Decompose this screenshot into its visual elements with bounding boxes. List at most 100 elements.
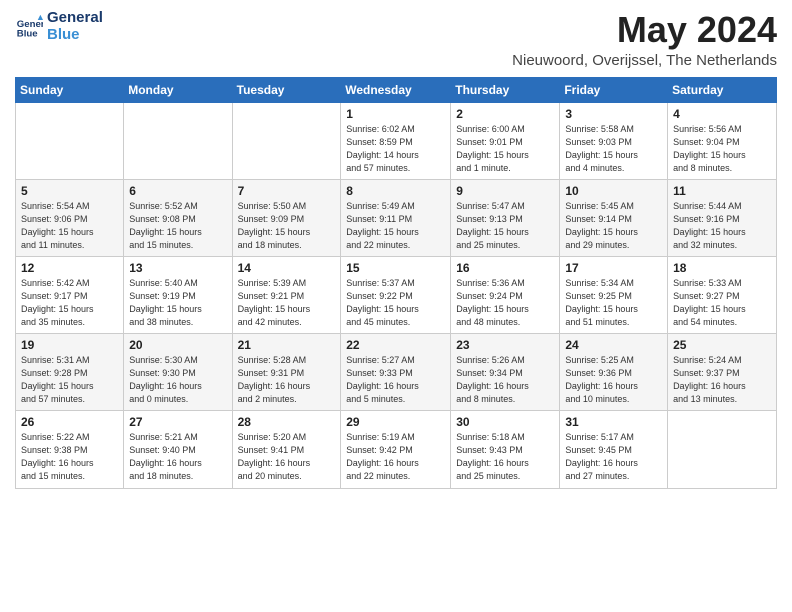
day-number: 28 xyxy=(238,415,336,429)
day-number: 16 xyxy=(456,261,554,275)
day-number: 9 xyxy=(456,184,554,198)
page-header: General Blue General Blue May 2024 Nieuw… xyxy=(15,10,777,69)
logo: General Blue General Blue xyxy=(15,10,103,43)
day-cell xyxy=(124,102,232,179)
day-cell: 9Sunrise: 5:47 AMSunset: 9:13 PMDaylight… xyxy=(451,179,560,256)
day-number: 21 xyxy=(238,338,336,352)
day-number: 7 xyxy=(238,184,336,198)
day-number: 12 xyxy=(21,261,118,275)
day-cell xyxy=(232,102,341,179)
weekday-header-wednesday: Wednesday xyxy=(341,77,451,102)
day-number: 1 xyxy=(346,107,445,121)
day-cell xyxy=(16,102,124,179)
day-info: Sunrise: 5:22 AMSunset: 9:38 PMDaylight:… xyxy=(21,431,118,483)
weekday-header-friday: Friday xyxy=(560,77,668,102)
week-row-3: 12Sunrise: 5:42 AMSunset: 9:17 PMDayligh… xyxy=(16,256,777,333)
day-cell: 4Sunrise: 5:56 AMSunset: 9:04 PMDaylight… xyxy=(668,102,777,179)
day-info: Sunrise: 6:00 AMSunset: 9:01 PMDaylight:… xyxy=(456,123,554,175)
day-number: 17 xyxy=(565,261,662,275)
weekday-header-thursday: Thursday xyxy=(451,77,560,102)
day-info: Sunrise: 6:02 AMSunset: 8:59 PMDaylight:… xyxy=(346,123,445,175)
day-number: 24 xyxy=(565,338,662,352)
day-cell: 26 Sunrise: 5:22 AMSunset: 9:38 PMDayligh… xyxy=(16,411,124,488)
day-info: Sunrise: 5:25 AMSunset: 9:36 PMDaylight:… xyxy=(565,354,662,406)
day-number: 6 xyxy=(129,184,226,198)
day-info: Sunrise: 5:39 AMSunset: 9:21 PMDaylight:… xyxy=(238,277,336,329)
day-cell: 5 Sunrise: 5:54 AMSunset: 9:06 PMDaylight… xyxy=(16,179,124,256)
day-number: 18 xyxy=(673,261,771,275)
title-block: May 2024 Nieuwoord, Overijssel, The Neth… xyxy=(512,10,777,69)
day-info: Sunrise: 5:28 AMSunset: 9:31 PMDaylight:… xyxy=(238,354,336,406)
day-info: Sunrise: 5:49 AMSunset: 9:11 PMDaylight:… xyxy=(346,200,445,252)
day-info: Sunrise: 5:58 AMSunset: 9:03 PMDaylight:… xyxy=(565,123,662,175)
day-number: 8 xyxy=(346,184,445,198)
day-cell: 25 Sunrise: 5:24 AMSunset: 9:37 PMDayligh… xyxy=(668,334,777,411)
day-cell: 1 Sunrise: 6:02 AMSunset: 8:59 PMDaylight… xyxy=(341,102,451,179)
day-cell: 20Sunrise: 5:30 AMSunset: 9:30 PMDayligh… xyxy=(124,334,232,411)
day-cell: 22 Sunrise: 5:27 AMSunset: 9:33 PMDayligh… xyxy=(341,334,451,411)
day-info: Sunrise: 5:40 AMSunset: 9:19 PMDaylight:… xyxy=(129,277,226,329)
day-info: Sunrise: 5:26 AMSunset: 9:34 PMDaylight:… xyxy=(456,354,554,406)
weekday-header-row: SundayMondayTuesdayWednesdayThursdayFrid… xyxy=(16,77,777,102)
day-number: 26 xyxy=(21,415,118,429)
logo-text-blue: Blue xyxy=(47,27,103,44)
day-number: 22 xyxy=(346,338,445,352)
day-number: 2 xyxy=(456,107,554,121)
day-info: Sunrise: 5:21 AMSunset: 9:40 PMDaylight:… xyxy=(129,431,226,483)
day-number: 25 xyxy=(673,338,771,352)
day-number: 5 xyxy=(21,184,118,198)
logo-icon: General Blue xyxy=(15,13,43,41)
week-row-2: 5 Sunrise: 5:54 AMSunset: 9:06 PMDaylight… xyxy=(16,179,777,256)
day-cell: 15Sunrise: 5:37 AMSunset: 9:22 PMDayligh… xyxy=(341,256,451,333)
day-number: 3 xyxy=(565,107,662,121)
svg-text:Blue: Blue xyxy=(17,28,38,39)
day-cell: 30 Sunrise: 5:18 AMSunset: 9:43 PMDayligh… xyxy=(451,411,560,488)
day-info: Sunrise: 5:17 AMSunset: 9:45 PMDaylight:… xyxy=(565,431,662,483)
day-info: Sunrise: 5:37 AMSunset: 9:22 PMDaylight:… xyxy=(346,277,445,329)
day-cell: 23 Sunrise: 5:26 AMSunset: 9:34 PMDayligh… xyxy=(451,334,560,411)
calendar-table: SundayMondayTuesdayWednesdayThursdayFrid… xyxy=(15,77,777,489)
day-cell: 11Sunrise: 5:44 AMSunset: 9:16 PMDayligh… xyxy=(668,179,777,256)
day-info: Sunrise: 5:30 AMSunset: 9:30 PMDaylight:… xyxy=(129,354,226,406)
day-cell: 29Sunrise: 5:19 AMSunset: 9:42 PMDayligh… xyxy=(341,411,451,488)
weekday-header-monday: Monday xyxy=(124,77,232,102)
day-info: Sunrise: 5:24 AMSunset: 9:37 PMDaylight:… xyxy=(673,354,771,406)
day-cell: 10 Sunrise: 5:45 AMSunset: 9:14 PMDayligh… xyxy=(560,179,668,256)
day-cell: 27Sunrise: 5:21 AMSunset: 9:40 PMDayligh… xyxy=(124,411,232,488)
day-info: Sunrise: 5:20 AMSunset: 9:41 PMDaylight:… xyxy=(238,431,336,483)
day-info: Sunrise: 5:54 AMSunset: 9:06 PMDaylight:… xyxy=(21,200,118,252)
day-info: Sunrise: 5:33 AMSunset: 9:27 PMDaylight:… xyxy=(673,277,771,329)
logo-text-general: General xyxy=(47,10,103,27)
day-cell: 13Sunrise: 5:40 AMSunset: 9:19 PMDayligh… xyxy=(124,256,232,333)
location-subtitle: Nieuwoord, Overijssel, The Netherlands xyxy=(512,52,777,69)
day-cell: 2 Sunrise: 6:00 AMSunset: 9:01 PMDaylight… xyxy=(451,102,560,179)
day-number: 19 xyxy=(21,338,118,352)
day-info: Sunrise: 5:18 AMSunset: 9:43 PMDaylight:… xyxy=(456,431,554,483)
day-cell: 19 Sunrise: 5:31 AMSunset: 9:28 PMDayligh… xyxy=(16,334,124,411)
day-info: Sunrise: 5:36 AMSunset: 9:24 PMDaylight:… xyxy=(456,277,554,329)
day-cell: 31 Sunrise: 5:17 AMSunset: 9:45 PMDayligh… xyxy=(560,411,668,488)
day-number: 30 xyxy=(456,415,554,429)
day-number: 23 xyxy=(456,338,554,352)
day-cell: 14Sunrise: 5:39 AMSunset: 9:21 PMDayligh… xyxy=(232,256,341,333)
day-cell: 3 Sunrise: 5:58 AMSunset: 9:03 PMDaylight… xyxy=(560,102,668,179)
day-cell: 28 Sunrise: 5:20 AMSunset: 9:41 PMDayligh… xyxy=(232,411,341,488)
month-title: May 2024 xyxy=(512,10,777,50)
day-number: 31 xyxy=(565,415,662,429)
day-cell: 8 Sunrise: 5:49 AMSunset: 9:11 PMDaylight… xyxy=(341,179,451,256)
week-row-1: 1 Sunrise: 6:02 AMSunset: 8:59 PMDaylight… xyxy=(16,102,777,179)
day-number: 29 xyxy=(346,415,445,429)
day-number: 4 xyxy=(673,107,771,121)
day-cell: 18 Sunrise: 5:33 AMSunset: 9:27 PMDayligh… xyxy=(668,256,777,333)
day-number: 10 xyxy=(565,184,662,198)
day-cell: 6 Sunrise: 5:52 AMSunset: 9:08 PMDaylight… xyxy=(124,179,232,256)
day-info: Sunrise: 5:34 AMSunset: 9:25 PMDaylight:… xyxy=(565,277,662,329)
day-info: Sunrise: 5:52 AMSunset: 9:08 PMDaylight:… xyxy=(129,200,226,252)
day-info: Sunrise: 5:45 AMSunset: 9:14 PMDaylight:… xyxy=(565,200,662,252)
day-info: Sunrise: 5:27 AMSunset: 9:33 PMDaylight:… xyxy=(346,354,445,406)
day-info: Sunrise: 5:31 AMSunset: 9:28 PMDaylight:… xyxy=(21,354,118,406)
day-cell: 7Sunrise: 5:50 AMSunset: 9:09 PMDaylight… xyxy=(232,179,341,256)
day-cell: 16 Sunrise: 5:36 AMSunset: 9:24 PMDayligh… xyxy=(451,256,560,333)
weekday-header-sunday: Sunday xyxy=(16,77,124,102)
week-row-4: 19 Sunrise: 5:31 AMSunset: 9:28 PMDayligh… xyxy=(16,334,777,411)
